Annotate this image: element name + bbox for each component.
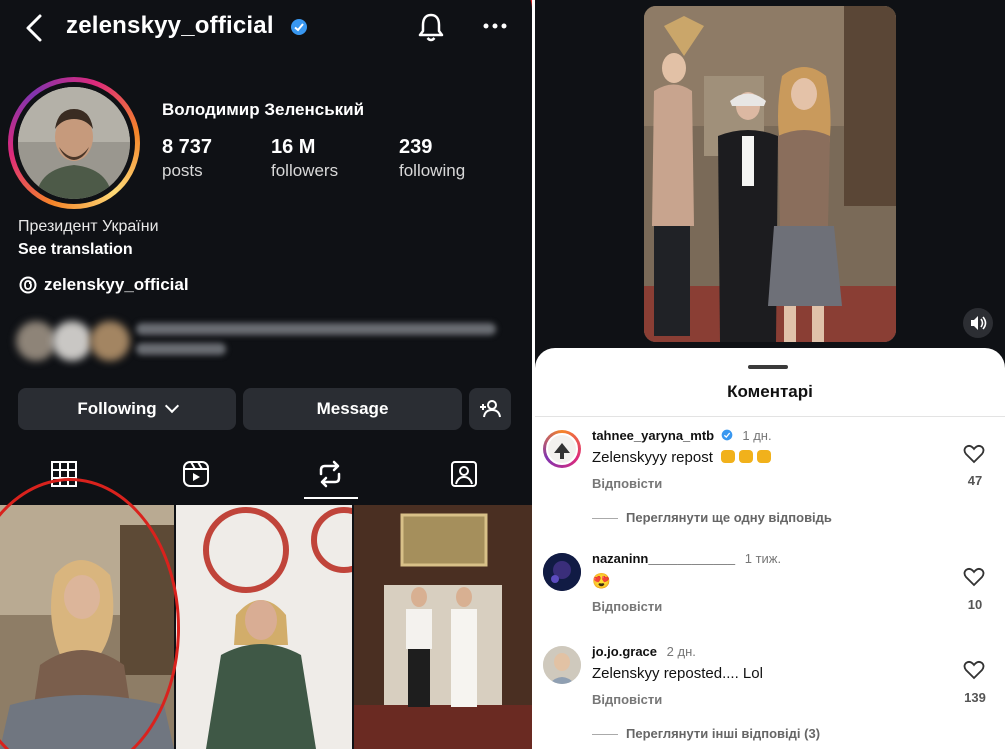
screenshot-collage: zelenskyy_official Володимир Зеленський … xyxy=(0,0,1005,749)
reply-button[interactable]: Відповісти xyxy=(592,599,662,614)
stat-following[interactable]: 239 following xyxy=(399,136,465,181)
profile-avatar xyxy=(18,87,130,199)
heart-icon[interactable] xyxy=(963,567,985,587)
reply-button[interactable]: Відповісти xyxy=(592,692,662,707)
comment-text-row: Zelenskyyy repost xyxy=(592,449,772,466)
threads-profile-link[interactable]: zelenskyy_official xyxy=(44,275,189,295)
like-count: 47 xyxy=(967,473,983,488)
comment-text: Zelenskyy reposted.... Lol xyxy=(592,665,763,682)
cat-emoji-icon xyxy=(739,450,754,463)
bio-category: Президент України xyxy=(18,218,159,235)
commenter-avatar[interactable] xyxy=(543,646,581,684)
view-replies-link[interactable]: Переглянути інші відповіді (3) xyxy=(592,726,820,741)
grid-tile-3[interactable] xyxy=(354,505,532,749)
grid-tile-2[interactable] xyxy=(176,505,352,749)
reels-icon[interactable] xyxy=(182,460,210,488)
suggest-people-button[interactable] xyxy=(469,388,511,430)
commenter-avatar[interactable] xyxy=(543,430,581,468)
commenter-username[interactable]: jo.jo.grace xyxy=(592,644,657,659)
followed-by-blurred xyxy=(16,315,516,367)
more-options-icon[interactable] xyxy=(480,14,510,38)
message-button[interactable]: Message xyxy=(243,388,462,430)
reel-comments-panel: Коментарі tahnee_yaryna_mtb 1 дн. Zelens… xyxy=(535,0,1005,749)
speaker-icon xyxy=(971,316,987,330)
add-person-icon xyxy=(480,400,501,418)
reply-button[interactable]: Відповісти xyxy=(592,476,662,491)
profile-full-name: Володимир Зеленський xyxy=(162,100,365,119)
comments-sheet: Коментарі tahnee_yaryna_mtb 1 дн. Zelens… xyxy=(535,348,1005,749)
threads-icon xyxy=(19,276,37,294)
verified-badge-icon xyxy=(291,19,307,35)
verified-badge-icon xyxy=(721,429,733,441)
following-button[interactable]: Following xyxy=(18,388,236,430)
like-count: 10 xyxy=(967,597,983,612)
see-translation-link[interactable]: See translation xyxy=(18,241,133,259)
profile-top-bar: zelenskyy_official xyxy=(0,0,532,56)
cat-emoji-icon xyxy=(721,450,736,463)
commenter-username[interactable]: nazaninn____________ xyxy=(592,551,735,566)
profile-username: zelenskyy_official xyxy=(66,12,274,39)
divider xyxy=(535,416,1005,417)
comments-title: Коментарі xyxy=(727,382,813,401)
stat-followers[interactable]: 16 M followers xyxy=(271,136,338,181)
tagged-icon[interactable] xyxy=(450,460,478,488)
mute-toggle-button[interactable] xyxy=(963,308,993,338)
comment-header: jo.jo.grace 2 дн. xyxy=(592,644,696,659)
bell-icon[interactable] xyxy=(414,10,448,44)
comment-text: Zelenskyyy repost xyxy=(592,449,713,466)
comment-time: 2 дн. xyxy=(666,644,696,659)
stat-posts[interactable]: 8 737 posts xyxy=(162,136,212,181)
comment-time: 1 тиж. xyxy=(744,551,782,566)
reposts-icon[interactable] xyxy=(316,460,344,488)
reel-video[interactable] xyxy=(644,6,896,342)
chevron-down-icon xyxy=(164,398,179,414)
profile-avatar-story-ring[interactable] xyxy=(8,77,140,209)
view-replies-link[interactable]: Переглянути ще одну відповідь xyxy=(592,510,832,525)
comment-header: nazaninn____________ 1 тиж. xyxy=(592,551,781,566)
profile-panel: zelenskyy_official Володимир Зеленський … xyxy=(0,0,532,749)
like-count: 139 xyxy=(964,690,986,705)
active-tab-indicator xyxy=(304,497,358,499)
sheet-drag-handle[interactable] xyxy=(748,365,788,369)
heart-icon[interactable] xyxy=(963,660,985,680)
heart-icon[interactable] xyxy=(963,444,985,464)
comment-time: 1 дн. xyxy=(742,428,772,443)
commenter-username[interactable]: tahnee_yaryna_mtb xyxy=(592,428,714,443)
comment-header: tahnee_yaryna_mtb 1 дн. xyxy=(592,428,772,443)
commenter-avatar[interactable] xyxy=(543,553,581,591)
back-arrow-icon[interactable] xyxy=(20,12,48,44)
comment-text: 😍 xyxy=(592,573,611,590)
cat-emoji-icon xyxy=(757,450,772,463)
